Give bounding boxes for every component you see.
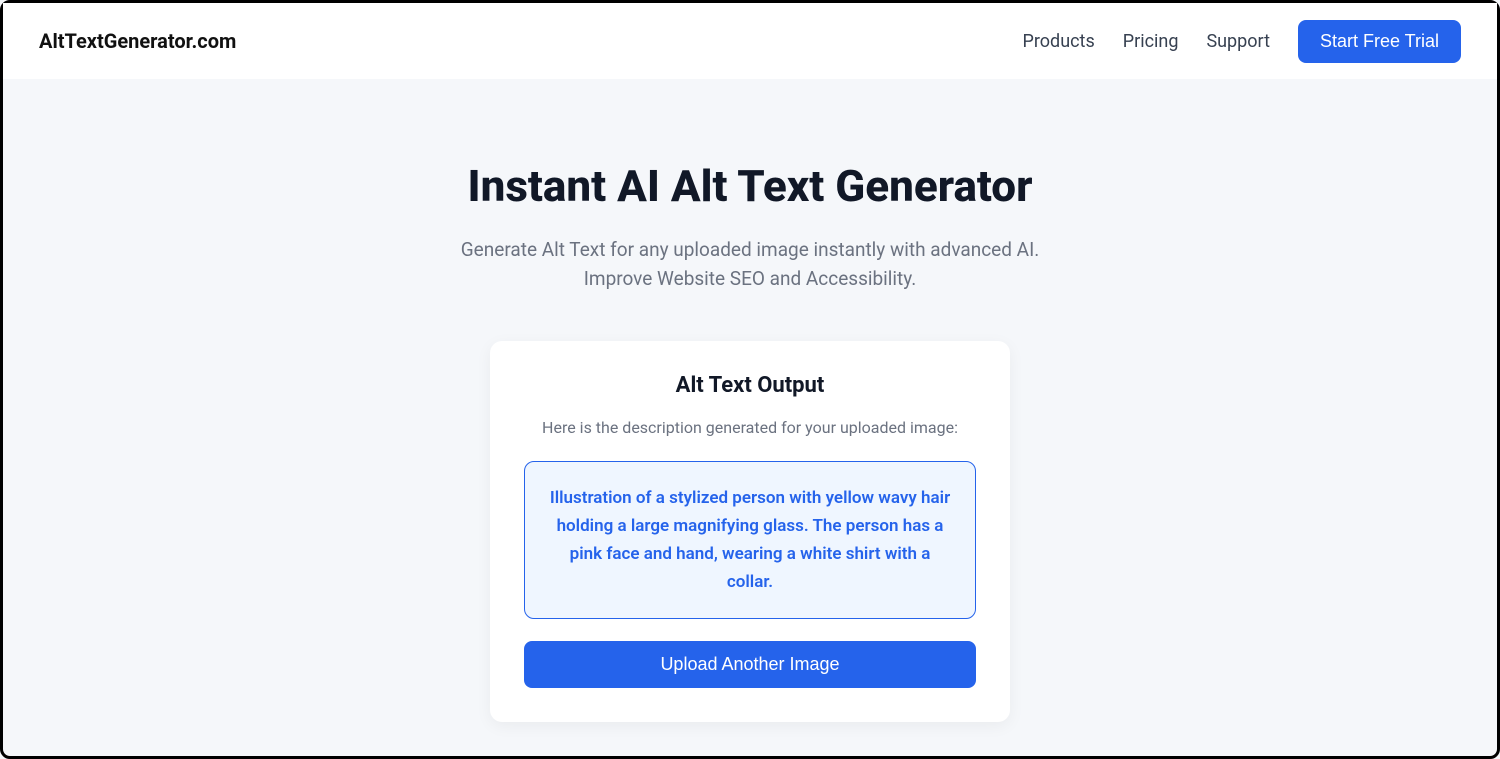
nav-pricing[interactable]: Pricing — [1123, 31, 1179, 52]
nav-products[interactable]: Products — [1023, 31, 1095, 52]
nav-support[interactable]: Support — [1206, 31, 1270, 52]
header: AltTextGenerator.com Products Pricing Su… — [3, 3, 1497, 79]
main-content: Instant AI Alt Text Generator Generate A… — [3, 79, 1497, 722]
main-nav: Products Pricing Support Start Free Tria… — [1023, 20, 1461, 63]
site-logo[interactable]: AltTextGenerator.com — [39, 29, 236, 53]
card-title: Alt Text Output — [524, 373, 976, 398]
alt-text-output: Illustration of a stylized person with y… — [524, 461, 976, 619]
hero-subtitle: Generate Alt Text for any uploaded image… — [440, 236, 1060, 293]
hero-title: Instant AI Alt Text Generator — [467, 159, 1032, 214]
upload-another-image-button[interactable]: Upload Another Image — [524, 641, 976, 688]
start-free-trial-button[interactable]: Start Free Trial — [1298, 20, 1461, 63]
card-subtitle: Here is the description generated for yo… — [524, 418, 976, 437]
output-card: Alt Text Output Here is the description … — [490, 341, 1010, 722]
